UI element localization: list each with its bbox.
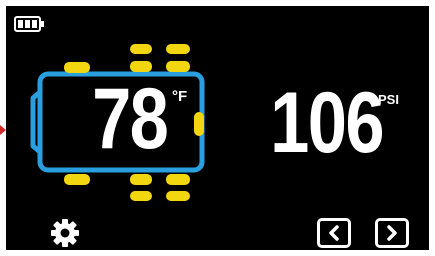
tpms-display: 78 °F 106 PSI bbox=[6, 6, 429, 250]
tire-front-right-1 bbox=[166, 44, 190, 54]
chevron-left-icon bbox=[329, 225, 339, 241]
tire-selected bbox=[194, 112, 204, 136]
gear-icon[interactable] bbox=[50, 218, 80, 248]
temperature-value: 78 bbox=[92, 71, 169, 167]
temperature-unit: °F bbox=[172, 88, 188, 105]
chevron-right-icon bbox=[387, 225, 397, 241]
previous-button[interactable] bbox=[317, 218, 351, 248]
tire-rear-right-2 bbox=[166, 191, 190, 201]
tire-front-left bbox=[64, 62, 90, 73]
edge-marker bbox=[0, 125, 6, 135]
pressure-value: 106 bbox=[270, 75, 384, 171]
tire-front-right-2 bbox=[166, 61, 190, 72]
tire-rear-mid-2 bbox=[130, 191, 152, 201]
next-button[interactable] bbox=[375, 218, 409, 248]
tire-rear-right-1 bbox=[166, 174, 190, 185]
tire-front-mid-1 bbox=[130, 44, 152, 54]
tire-rear-mid-1 bbox=[130, 174, 152, 185]
pressure-unit: PSI bbox=[378, 92, 399, 107]
tire-rear-left bbox=[64, 174, 90, 185]
